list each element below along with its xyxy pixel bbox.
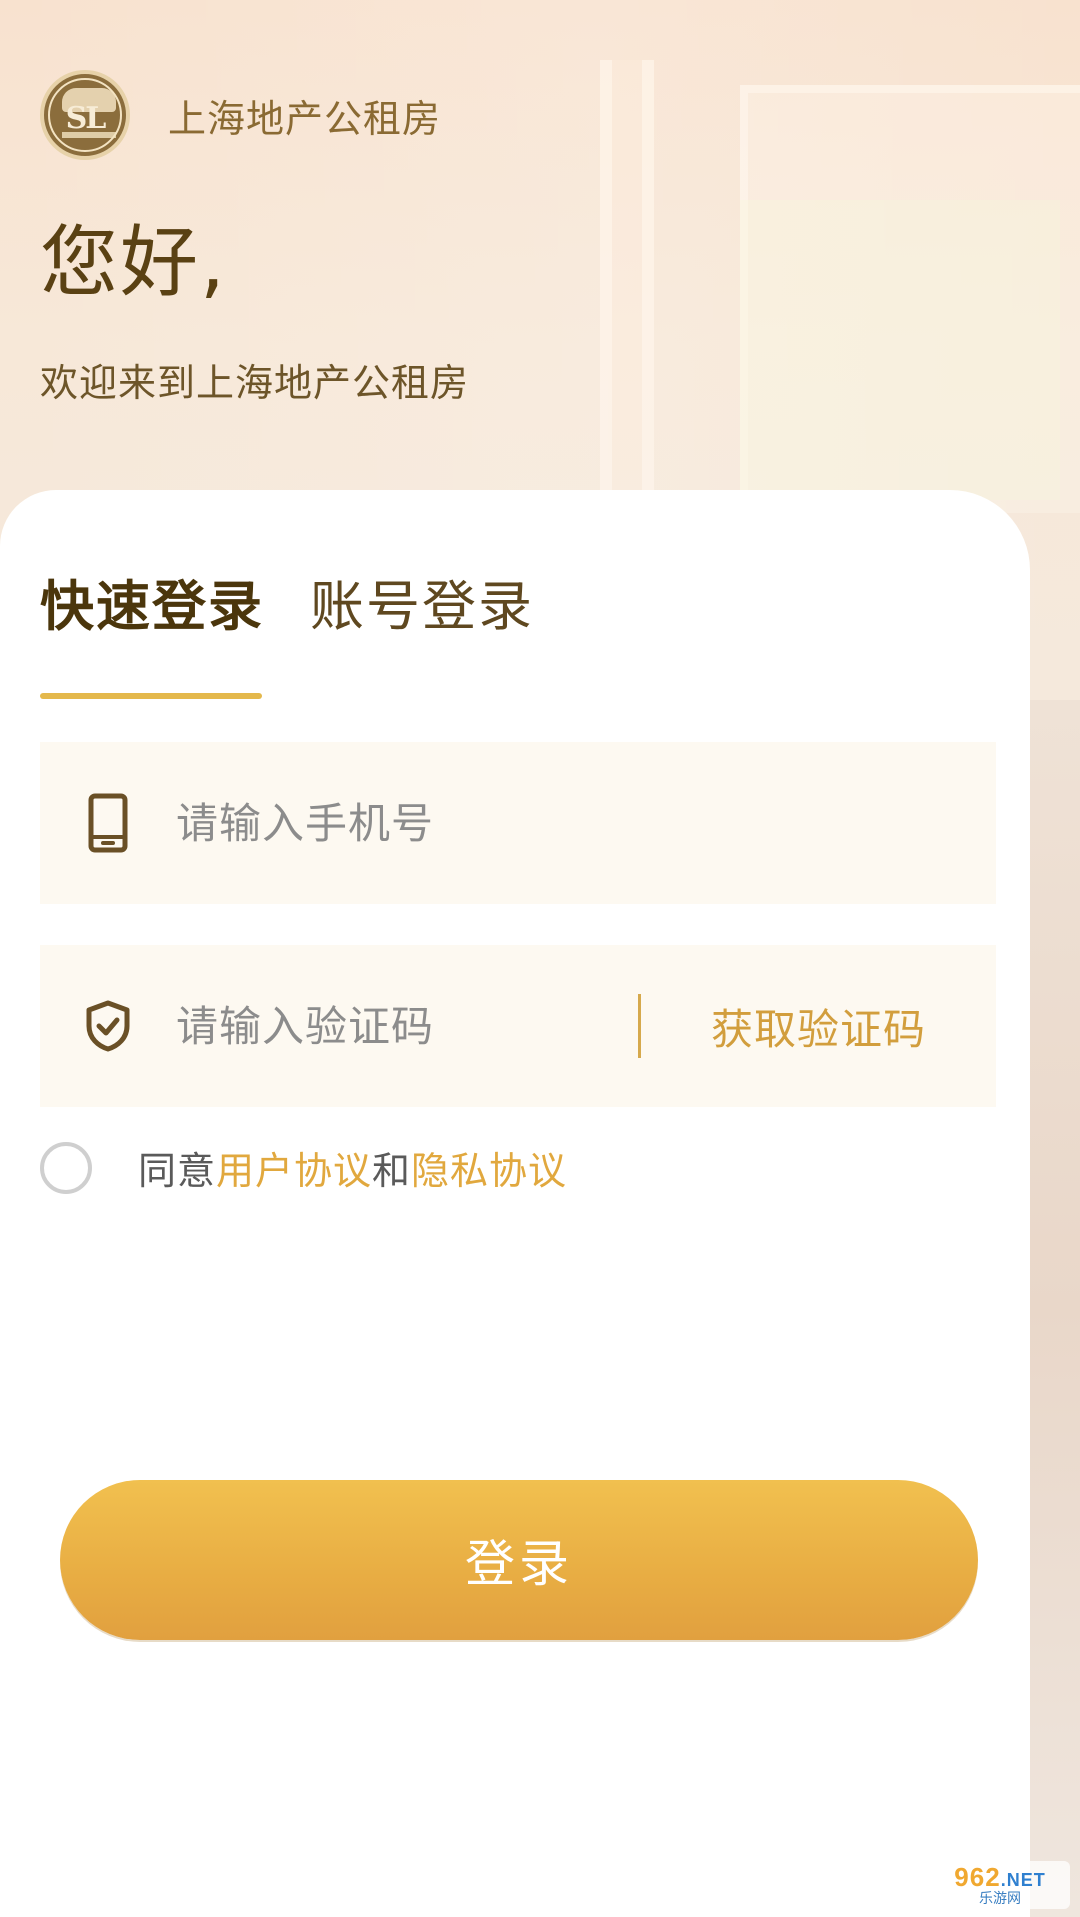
background-pillar xyxy=(600,60,654,490)
login-button[interactable]: 登录 xyxy=(60,1480,978,1640)
watermark-site-name: 乐游网 xyxy=(979,1891,1021,1907)
active-tab-indicator xyxy=(40,693,262,699)
watermark-number: 962 xyxy=(954,1862,1001,1892)
greeting-subtitle: 欢迎来到上海地产公租房 xyxy=(40,361,470,405)
background-right-strip xyxy=(1030,700,1080,1917)
phone-input[interactable] xyxy=(176,798,936,848)
background-window-glass xyxy=(740,200,1060,500)
agreement-text: 同意用户协议和隐私协议 xyxy=(138,1140,567,1195)
login-card: 快速登录 账号登录 获取验证码 同意用户协议和隐私协议 登录 xyxy=(0,490,1030,1917)
site-watermark: 962.NET 乐游网 xyxy=(930,1861,1070,1909)
agreement-conjunction: 和 xyxy=(372,1149,412,1193)
login-tabs: 快速登录 账号登录 xyxy=(40,580,534,634)
tab-account-login[interactable]: 账号登录 xyxy=(310,580,534,634)
phone-icon xyxy=(80,791,136,855)
greeting-title: 您好, xyxy=(40,218,227,308)
logo-text: SL xyxy=(65,100,107,136)
verification-code-field: 获取验证码 xyxy=(40,945,996,1107)
shield-check-icon xyxy=(80,994,136,1058)
phone-field xyxy=(40,742,996,904)
app-name: 上海地产公租房 xyxy=(168,96,442,141)
verification-code-input[interactable] xyxy=(176,1001,636,1051)
agreement-row: 同意用户协议和隐私协议 xyxy=(40,1140,567,1195)
app-header: SL 上海地产公租房 xyxy=(40,70,441,160)
company-logo-icon: SL xyxy=(40,70,130,160)
agreement-prefix: 同意 xyxy=(138,1149,217,1193)
field-divider xyxy=(638,994,641,1058)
agreement-checkbox[interactable] xyxy=(40,1141,92,1194)
privacy-agreement-link[interactable]: 隐私协议 xyxy=(411,1149,567,1193)
user-agreement-link[interactable]: 用户协议 xyxy=(216,1149,372,1193)
watermark-net: .NET xyxy=(1000,1870,1046,1890)
watermark-brand: 962.NET xyxy=(954,1864,1045,1890)
get-code-button[interactable]: 获取验证码 xyxy=(711,996,926,1057)
tab-quick-login[interactable]: 快速登录 xyxy=(40,580,264,634)
